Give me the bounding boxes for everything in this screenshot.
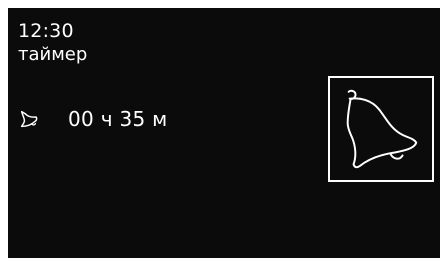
mode-label: таймер <box>18 44 88 65</box>
clock-time: 12:30 <box>18 20 74 42</box>
bell-icon <box>20 110 38 128</box>
timer-value: 00 ч 35 м <box>68 107 168 131</box>
device-screen: 12:30 таймер 00 ч 35 м <box>8 8 440 258</box>
alarm-bell-button[interactable] <box>328 76 434 182</box>
timer-row[interactable]: 00 ч 35 м <box>18 104 168 134</box>
bell-icon <box>346 89 418 169</box>
